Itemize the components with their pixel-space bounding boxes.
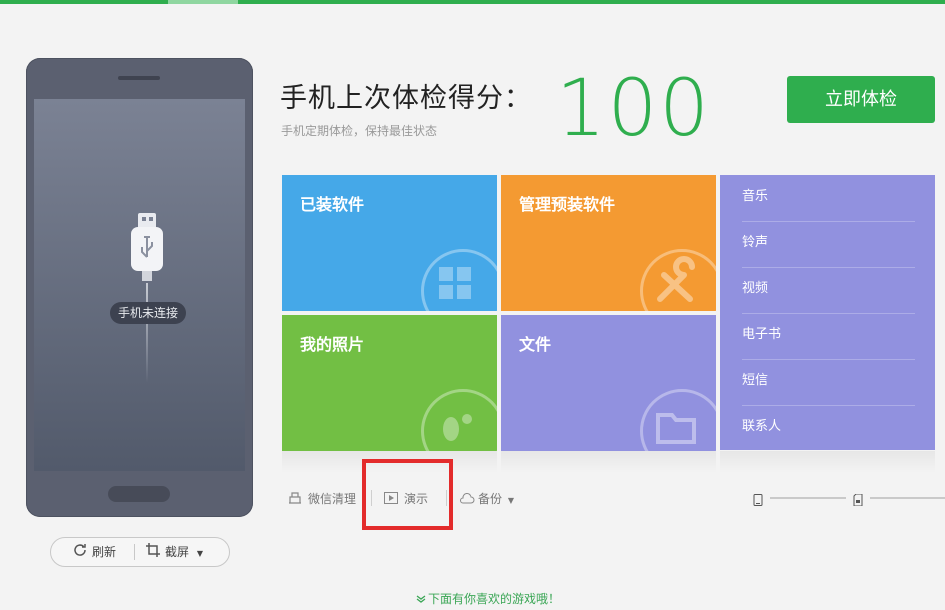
screenshot-label: 截屏 [165,545,190,559]
phone-speaker [118,76,160,80]
media-item-videos[interactable]: 视频 [742,267,915,314]
check-now-button[interactable]: 立即体检 [787,76,935,123]
tile-installed-apps[interactable]: 已装软件 [282,175,497,311]
score-subtitle: 手机定期体检，保持最佳状态 [281,124,438,138]
tile-files[interactable]: 文件 [501,315,716,451]
score-value: 100 [556,64,711,154]
wechat-clean-label: 微信清理 [308,492,357,506]
backup-button[interactable]: 备份 ▼ [459,490,514,508]
media-item-ringtones[interactable]: 铃声 [742,221,915,268]
sd-card-icon [853,491,863,507]
phone-screen: 手机未连接 [34,99,245,471]
media-item-music[interactable]: 音乐 [742,175,915,222]
caret-down-icon: ▼ [196,549,203,558]
media-list: 音乐 铃声 视频 电子书 短信 联系人 [720,175,935,450]
refresh-icon [73,539,87,567]
games-hint-link[interactable]: 下面有你喜欢的游戏哦！ [416,590,560,607]
media-item-sms[interactable]: 短信 [742,359,915,406]
wrench-icon [640,249,716,311]
cloud-icon [459,491,475,509]
tile-my-photos[interactable]: 我的照片 [282,315,497,451]
tile-reflection [501,451,716,473]
connection-status: 手机未连接 [110,302,187,324]
media-item-contacts[interactable]: 联系人 [742,405,915,451]
sd-card-storage-bar [870,497,945,499]
tile-label: 文件 [519,335,552,354]
apps-grid-icon [421,249,497,311]
folder-icon [640,389,716,451]
tile-label: 我的照片 [300,335,365,354]
tile-reflection [720,451,935,473]
phone-storage-icon [753,491,763,506]
tile-label: 管理预装软件 [519,195,616,214]
top-progress-bar [0,0,945,4]
games-hint-label: 下面有你喜欢的游戏哦！ [428,592,561,606]
phone-home-button [108,486,170,502]
divider [134,544,135,560]
broom-icon [288,490,302,509]
caret-down-icon: ▼ [507,496,514,505]
photo-icon [421,389,497,451]
screenshot-button[interactable]: 截屏 ▼ [146,538,203,566]
wechat-clean-button[interactable]: 微信清理 [288,490,356,508]
score-title: 手机上次体检得分： [280,83,532,114]
tile-label: 已装软件 [300,195,365,214]
media-item-ebooks[interactable]: 电子书 [742,313,915,360]
chevron-down-icon [416,593,426,607]
refresh-button[interactable]: 刷新 [73,538,116,566]
phone-storage-bar [770,497,846,499]
highlight-box [362,459,453,530]
phone-preview: 手机未连接 [26,58,253,517]
crop-icon [146,539,160,567]
active-tab-indicator [168,0,238,4]
tile-preinstalled-apps[interactable]: 管理预装软件 [501,175,716,311]
usb-cable [146,283,148,383]
backup-label: 备份 [478,492,503,506]
phone-actions: 刷新 截屏 ▼ [50,537,230,567]
refresh-label: 刷新 [92,545,117,559]
